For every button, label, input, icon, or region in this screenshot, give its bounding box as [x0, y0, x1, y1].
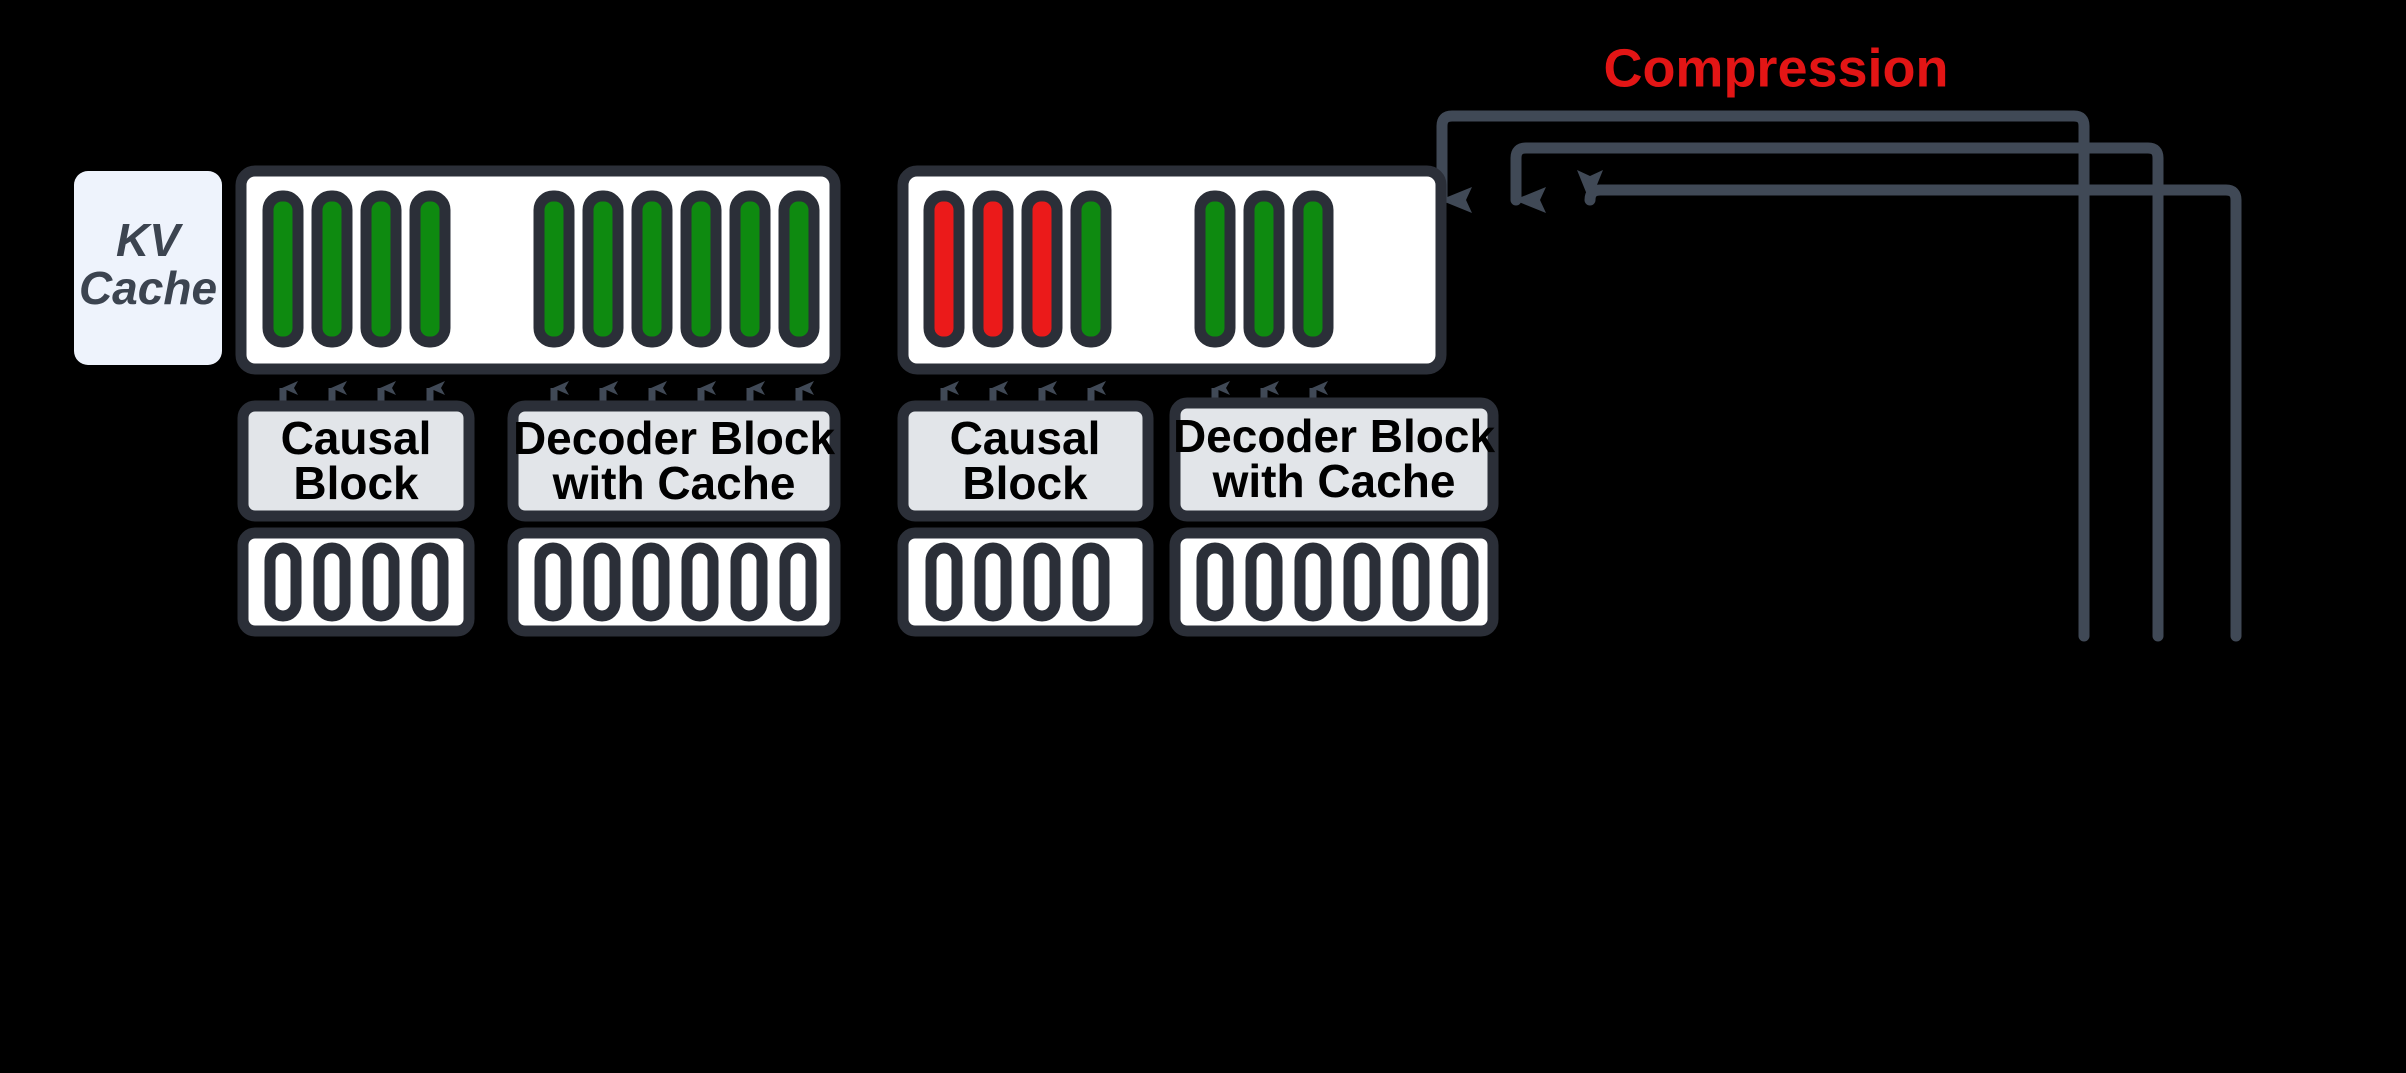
input-token-slot — [1294, 542, 1332, 622]
kv-token-green — [533, 190, 575, 348]
kv-token-green — [729, 190, 771, 348]
input-token-slot — [974, 542, 1012, 622]
kv-token-green — [262, 190, 304, 348]
left-decoder-block-label-line2: with Cache — [552, 457, 796, 509]
left-causal-block[interactable]: Causal Block — [237, 400, 475, 522]
left-causal-block-label-line2: Block — [293, 457, 419, 509]
kv-token-green — [1194, 190, 1236, 348]
kv-token-green — [631, 190, 673, 348]
right-causal-block[interactable]: Causal Block — [897, 400, 1154, 522]
kv-token-green — [1292, 190, 1334, 348]
left-causal-input-tokens — [237, 527, 475, 637]
right-causal-block-label-line2: Block — [962, 457, 1088, 509]
right-causal-input-tokens — [897, 527, 1154, 637]
input-token-slot — [411, 542, 449, 622]
kv-token-green — [311, 190, 353, 348]
input-token-slot — [1072, 542, 1110, 622]
input-token-slot — [779, 542, 817, 622]
input-token-slot — [583, 542, 621, 622]
kv-token-green — [680, 190, 722, 348]
input-token-slot — [1441, 542, 1479, 622]
kv-cache-compression-diagram: KV Cache Causal Block Decoder Block with… — [74, 38, 2242, 642]
kv-token-green — [582, 190, 624, 348]
kv-token-red — [923, 190, 965, 348]
input-token-slot — [730, 542, 768, 622]
kv-token-green — [1070, 190, 1112, 348]
input-token-slot — [1245, 542, 1283, 622]
compression-feedback-arrows — [1436, 110, 2242, 642]
compression-annotation-label: Compression — [1603, 38, 1948, 98]
kv-token-green — [778, 190, 820, 348]
compression-arrow-2 — [1510, 142, 2164, 642]
input-token-slot — [1343, 542, 1381, 622]
right-decoder-block-label-line2: with Cache — [1212, 455, 1456, 507]
kv-token-green — [1243, 190, 1285, 348]
input-token-slot — [1196, 542, 1234, 622]
right-decoder-input-tokens — [1169, 527, 1499, 637]
input-token-slot — [534, 542, 572, 622]
input-token-slot — [1392, 542, 1430, 622]
left-decoder-block-with-cache[interactable]: Decoder Block with Cache — [507, 400, 841, 522]
right-decoder-block-with-cache[interactable]: Decoder Block with Cache — [1169, 397, 1499, 522]
input-token-slot — [264, 542, 302, 622]
compression-arrow-3 — [1584, 184, 2242, 642]
right-kv-cache-panel — [897, 165, 1447, 375]
kv-token-red — [972, 190, 1014, 348]
kv-cache-label-line2: Cache — [79, 262, 217, 314]
left-decoder-input-tokens — [507, 527, 841, 637]
diagram-canvas: KV Cache Causal Block Decoder Block with… — [0, 0, 2406, 1073]
input-token-slot — [681, 542, 719, 622]
input-token-slot — [632, 542, 670, 622]
input-token-slot — [925, 542, 963, 622]
kv-cache-label-line1: KV — [116, 214, 183, 266]
input-token-slot — [313, 542, 351, 622]
kv-token-red — [1021, 190, 1063, 348]
kv-token-green — [409, 190, 451, 348]
input-token-slot — [1023, 542, 1061, 622]
kv-token-green — [360, 190, 402, 348]
kv-cache-label-box: KV Cache — [74, 171, 222, 365]
input-token-slot — [362, 542, 400, 622]
left-kv-cache-panel — [235, 165, 841, 375]
